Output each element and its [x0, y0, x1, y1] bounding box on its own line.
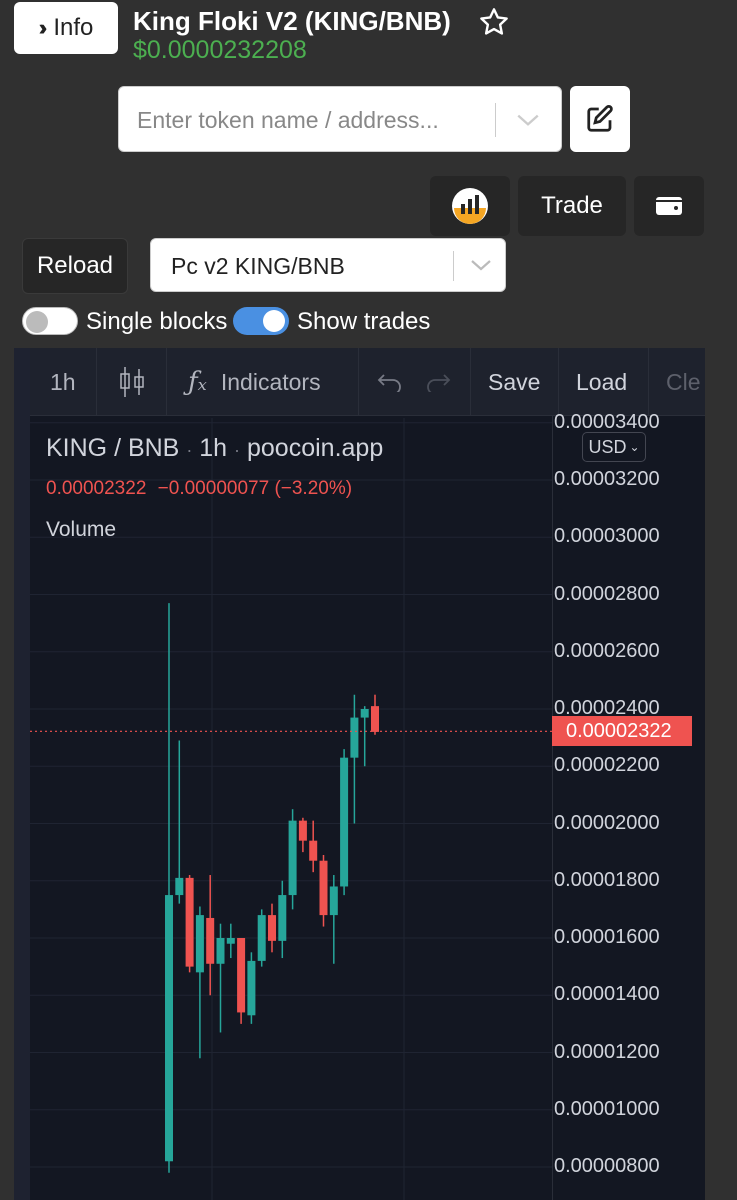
candle-body [350, 717, 359, 758]
candle-body [278, 895, 287, 941]
legend-pair: KING / BNB [46, 434, 180, 462]
candle-body [175, 877, 184, 896]
price-axis-tick-label: 0.00002000 [554, 811, 660, 834]
chart-legend-title: KING / BNB · 1h · poocoin.app [46, 434, 384, 462]
price-axis-tick-label: 0.00001000 [554, 1097, 660, 1120]
chevron-down-icon: ⌄ [629, 440, 640, 454]
candle-body [247, 960, 256, 1016]
price-axis-tick-label: 0.00001200 [554, 1040, 660, 1063]
price-axis-tick-label: 0.00003200 [554, 468, 660, 490]
price-axis-tick-label: 0.00000800 [554, 1155, 660, 1177]
price-axis-tick-label: 0.00001600 [554, 926, 660, 948]
chart-legend-values: 0.00002322 −0.00000077 (−3.20%) [46, 478, 352, 500]
legend-interval: 1h [199, 434, 228, 462]
candle-body [257, 915, 266, 961]
price-axis-tick-label: 0.00002800 [554, 582, 660, 605]
legend-source: poocoin.app [247, 434, 384, 462]
price-axis-tick-label: 0.00001400 [554, 983, 660, 1006]
candle-body [206, 917, 215, 964]
candle-body [165, 895, 173, 1162]
candle-body [371, 706, 379, 732]
candle-body [268, 915, 276, 941]
price-axis-tick-label: 0.00001800 [554, 868, 660, 891]
currency-button[interactable]: USD ⌄ [582, 432, 646, 462]
candle-body [288, 820, 297, 896]
candle-body [309, 840, 318, 861]
candle-body [340, 757, 349, 887]
currency-label: USD [588, 436, 627, 457]
price-axis-tick-label: 0.00002200 [554, 754, 660, 777]
candle-body [237, 938, 246, 1013]
legend-change-pct: (−3.20%) [274, 478, 353, 499]
candle-body [360, 709, 369, 718]
price-axis-tick-label: 0.00003400 [554, 410, 660, 433]
price-axis-tick-label: 0.00002600 [554, 639, 660, 662]
candle-body [226, 938, 235, 944]
candle-body [195, 915, 204, 973]
current-price-tag: 0.00002322 [552, 716, 692, 747]
candle-body [329, 886, 338, 916]
candle-body [298, 820, 307, 841]
price-axis-tick-label: 0.00003000 [554, 525, 660, 548]
candle-body [216, 938, 225, 964]
legend-last: 0.00002322 [46, 478, 147, 499]
candle-body [319, 860, 328, 916]
legend-change: −0.00000077 [157, 478, 270, 499]
volume-label: Volume [46, 518, 117, 541]
candle-body [185, 877, 194, 967]
